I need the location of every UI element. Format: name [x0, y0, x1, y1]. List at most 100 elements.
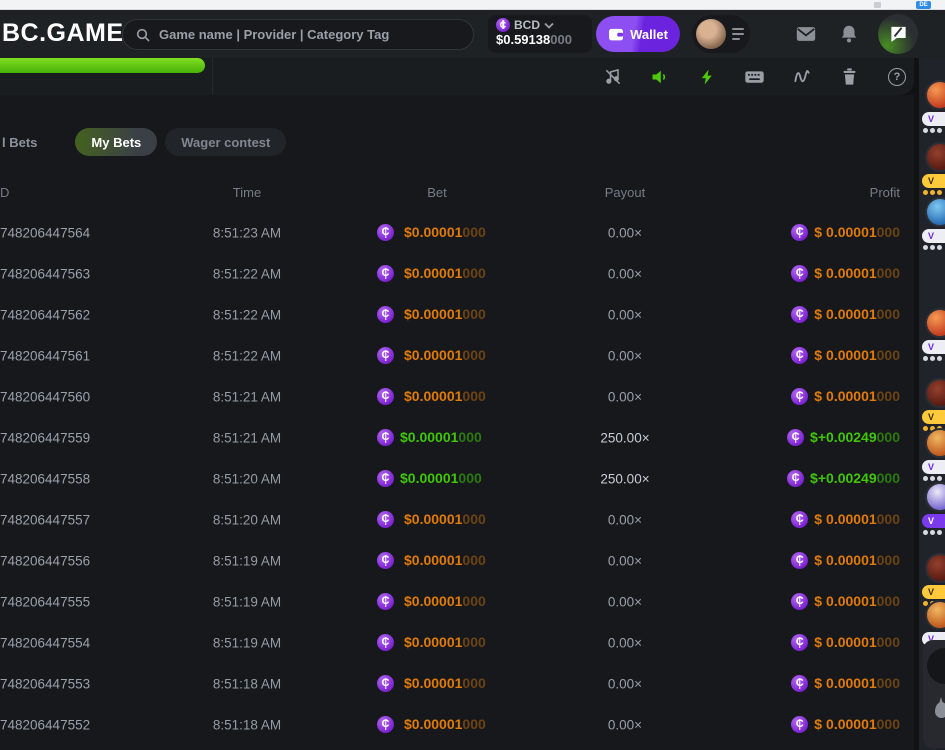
- table-row[interactable]: 748206447561 8:51:22 AM C $0.00001000 0.…: [0, 335, 914, 376]
- chat-user[interactable]: V: [925, 197, 945, 250]
- chat-user[interactable]: V: [925, 428, 945, 481]
- bet-time: 8:51:21 AM: [187, 430, 307, 445]
- chat-user[interactable]: V: [925, 142, 945, 195]
- table-row[interactable]: 748206447552 8:51:18 AM C $0.00001000 0.…: [0, 704, 914, 745]
- bcd-coin-icon: C: [787, 470, 804, 487]
- avatar[interactable]: [925, 482, 945, 512]
- bcd-coin-icon: C: [791, 716, 808, 733]
- tab-my-bets[interactable]: My Bets: [75, 128, 157, 156]
- vip-badge: V: [922, 514, 945, 528]
- bet-id: 748206447557: [0, 512, 90, 527]
- bet-id: 748206447559: [0, 430, 90, 445]
- avatar[interactable]: [925, 80, 945, 110]
- bet-id: 748206447553: [0, 676, 90, 691]
- bcd-coin-icon: C: [791, 265, 808, 282]
- bet-payout: 0.00×: [565, 389, 685, 404]
- bet-amount: C $0.00001000: [377, 470, 537, 488]
- search-icon: [135, 27, 151, 43]
- bets-table-body: 748206447564 8:51:23 AM C $0.00001000 0.…: [0, 212, 914, 745]
- bet-time: 8:51:20 AM: [187, 471, 307, 486]
- avatar[interactable]: [925, 553, 945, 583]
- avatar[interactable]: [925, 600, 945, 630]
- site-logo[interactable]: BC.GAME: [2, 19, 124, 48]
- avatar[interactable]: [925, 142, 945, 172]
- search-bar[interactable]: [122, 19, 474, 50]
- table-row[interactable]: 748206447562 8:51:22 AM C $0.00001000 0.…: [0, 294, 914, 335]
- bet-profit: C $0.00001000: [791, 511, 900, 529]
- hotkeys-keyboard-icon[interactable]: [744, 66, 766, 88]
- bet-payout: 0.00×: [565, 266, 685, 281]
- bcd-coin-icon: C: [377, 265, 394, 282]
- bet-amount: C $0.00001000: [377, 429, 537, 447]
- currency-selector[interactable]: C BCD $0.59138000: [488, 15, 592, 53]
- table-row[interactable]: 748206447555 8:51:19 AM C $0.00001000 0.…: [0, 581, 914, 622]
- bet-amount: C $0.00001000: [377, 634, 537, 652]
- table-row[interactable]: 748206447559 8:51:21 AM C $0.00001000 25…: [0, 417, 914, 458]
- bcd-coin-icon: C: [377, 388, 394, 405]
- bet-time: 8:51:22 AM: [187, 307, 307, 322]
- col-header-payout: Payout: [565, 185, 685, 200]
- chat-user[interactable]: V: [925, 553, 945, 606]
- bet-amount: C $0.00001000: [377, 306, 537, 324]
- vip-badge: V: [922, 460, 945, 474]
- chat-input-area[interactable]: [923, 640, 945, 748]
- chat-scroll-button[interactable]: [927, 648, 945, 684]
- bet-id: 748206447564: [0, 225, 90, 240]
- table-row[interactable]: 748206447564 8:51:23 AM C $0.00001000 0.…: [0, 212, 914, 253]
- divider: [212, 58, 213, 95]
- avatar[interactable]: [925, 428, 945, 458]
- bet-id: 748206447556: [0, 553, 90, 568]
- tab-wager-contest[interactable]: Wager contest: [165, 128, 286, 156]
- sound-on-icon[interactable]: [649, 66, 671, 88]
- bet-profit: C $0.00001000: [791, 347, 900, 365]
- bcd-coin-icon: C: [791, 552, 808, 569]
- bcd-coin-icon: C: [791, 593, 808, 610]
- profile-menu[interactable]: [692, 15, 750, 53]
- search-input[interactable]: [159, 27, 461, 42]
- extension-icon[interactable]: [874, 2, 881, 8]
- chat-user[interactable]: V: [925, 308, 945, 361]
- bet-amount: C $0.00001000: [377, 552, 537, 570]
- table-row[interactable]: 748206447554 8:51:19 AM C $0.00001000 0.…: [0, 622, 914, 663]
- live-stats-icon[interactable]: [791, 66, 813, 88]
- wallet-button[interactable]: Wallet: [596, 16, 680, 52]
- table-row[interactable]: 748206447553 8:51:18 AM C $0.00001000 0.…: [0, 663, 914, 704]
- tab-all-bets[interactable]: l Bets: [0, 128, 51, 156]
- game-toolbar: ?: [602, 58, 908, 95]
- bet-payout: 0.00×: [565, 307, 685, 322]
- bet-amount: C $0.00001000: [377, 224, 537, 242]
- avatar[interactable]: [696, 19, 726, 49]
- bcd-coin-icon: C: [791, 634, 808, 651]
- table-header-row: D Time Bet Payout Profit: [0, 185, 914, 203]
- wallet-label: Wallet: [630, 27, 668, 42]
- table-row[interactable]: 748206447558 8:51:20 AM C $0.00001000 25…: [0, 458, 914, 499]
- extension-badge[interactable]: DE: [916, 1, 931, 9]
- chat-message-dots: [923, 356, 945, 361]
- avatar[interactable]: [925, 197, 945, 227]
- chat-user[interactable]: V: [925, 80, 945, 133]
- chat-user[interactable]: V: [925, 482, 945, 535]
- table-row[interactable]: 748206447563 8:51:22 AM C $0.00001000 0.…: [0, 253, 914, 294]
- trash-icon[interactable]: [839, 66, 861, 88]
- chat-toggle-button[interactable]: [878, 14, 918, 54]
- help-icon[interactable]: ?: [886, 66, 908, 88]
- bet-payout: 0.00×: [565, 717, 685, 732]
- bcd-coin-icon: C: [791, 511, 808, 528]
- bcd-coin-icon: C: [496, 18, 510, 32]
- mail-icon[interactable]: [795, 23, 817, 45]
- avatar[interactable]: [925, 308, 945, 338]
- chat-user[interactable]: V: [925, 378, 945, 431]
- notifications-bell-icon[interactable]: [838, 23, 860, 45]
- music-off-icon[interactable]: [602, 66, 624, 88]
- table-row[interactable]: 748206447556 8:51:19 AM C $0.00001000 0.…: [0, 540, 914, 581]
- bet-payout: 0.00×: [565, 635, 685, 650]
- bcd-coin-icon: C: [377, 675, 394, 692]
- bet-payout: 250.00×: [565, 430, 685, 445]
- table-row[interactable]: 748206447557 8:51:20 AM C $0.00001000 0.…: [0, 499, 914, 540]
- bets-tabs: l Bets My Bets Wager contest: [0, 128, 286, 156]
- avatar[interactable]: [925, 378, 945, 408]
- instant-bet-bolt-icon[interactable]: [697, 66, 719, 88]
- table-row[interactable]: 748206447560 8:51:21 AM C $0.00001000 0.…: [0, 376, 914, 417]
- bet-id: 748206447552: [0, 717, 90, 732]
- bet-time: 8:51:20 AM: [187, 512, 307, 527]
